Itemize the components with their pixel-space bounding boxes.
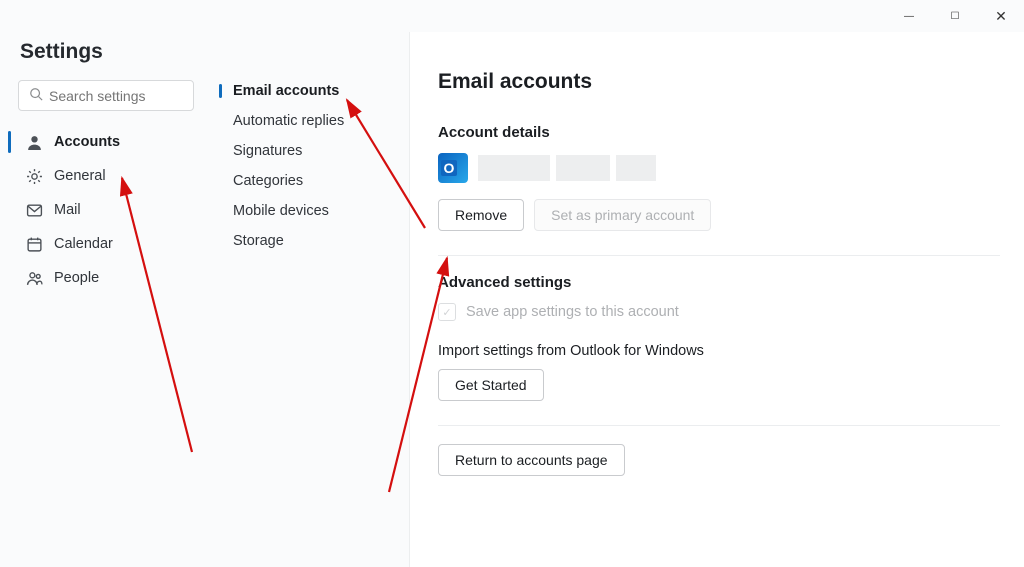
subnav-storage[interactable]: Storage xyxy=(219,226,397,256)
advanced-settings-heading: Advanced settings xyxy=(438,274,1000,291)
content-title: Email accounts xyxy=(438,70,1000,94)
divider xyxy=(438,255,1000,256)
get-started-button[interactable]: Get Started xyxy=(438,369,544,401)
subnav-signatures[interactable]: Signatures xyxy=(219,136,397,166)
secondary-sidebar: Email accounts Automatic replies Signatu… xyxy=(205,32,410,567)
nav-accounts[interactable]: Accounts xyxy=(18,125,193,159)
nav-mail[interactable]: Mail xyxy=(18,193,193,227)
subnav-categories[interactable]: Categories xyxy=(219,166,397,196)
nav-label: Accounts xyxy=(54,134,120,150)
account-email-redacted xyxy=(478,155,656,181)
settings-title: Settings xyxy=(20,40,193,64)
primary-sidebar: Settings Accounts General Mail xyxy=(0,32,205,567)
save-app-settings-row: ✓ Save app settings to this account xyxy=(438,303,1000,321)
save-app-checkbox: ✓ xyxy=(438,303,456,321)
subnav-automatic-replies[interactable]: Automatic replies xyxy=(219,106,397,136)
titlebar: — ☐ ✕ xyxy=(0,0,1024,32)
gear-icon xyxy=(24,166,44,186)
account-row xyxy=(438,153,1000,183)
nav-calendar[interactable]: Calendar xyxy=(18,227,193,261)
content-pane: Email accounts Account details Remove Se… xyxy=(410,32,1024,567)
minimize-button[interactable]: — xyxy=(886,0,932,32)
outlook-icon xyxy=(438,153,468,183)
set-primary-button: Set as primary account xyxy=(534,199,711,231)
divider xyxy=(438,425,1000,426)
calendar-icon xyxy=(24,234,44,254)
window-controls: — ☐ ✕ xyxy=(886,0,1024,32)
account-details-heading: Account details xyxy=(438,124,1000,141)
close-button[interactable]: ✕ xyxy=(978,0,1024,32)
maximize-button[interactable]: ☐ xyxy=(932,0,978,32)
save-app-label: Save app settings to this account xyxy=(466,304,679,320)
return-button[interactable]: Return to accounts page xyxy=(438,444,625,476)
search-box[interactable] xyxy=(18,80,194,111)
people-icon xyxy=(24,268,44,288)
search-input[interactable] xyxy=(49,88,183,104)
nav-label: General xyxy=(54,168,106,184)
person-icon xyxy=(24,132,44,152)
nav-people[interactable]: People xyxy=(18,261,193,295)
envelope-icon xyxy=(24,200,44,220)
remove-button[interactable]: Remove xyxy=(438,199,524,231)
nav-label: Calendar xyxy=(54,236,113,252)
subnav-email-accounts[interactable]: Email accounts xyxy=(219,76,397,106)
import-text: Import settings from Outlook for Windows xyxy=(438,343,1000,359)
subnav-mobile-devices[interactable]: Mobile devices xyxy=(219,196,397,226)
nav-label: Mail xyxy=(54,202,81,218)
nav-label: People xyxy=(54,270,99,286)
nav-general[interactable]: General xyxy=(18,159,193,193)
search-icon xyxy=(29,87,43,104)
